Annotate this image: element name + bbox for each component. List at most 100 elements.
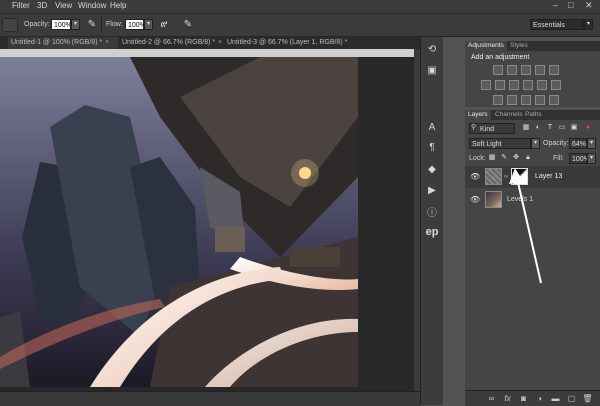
tab-styles[interactable]: Styles	[507, 41, 531, 51]
annotation-arrow	[509, 168, 542, 284]
character-icon[interactable]: A	[424, 121, 440, 135]
close-icon[interactable]: ×	[105, 39, 109, 46]
bw-icon[interactable]	[509, 80, 519, 90]
tab-adjustments[interactable]: Adjustments	[465, 41, 507, 51]
workspace-select[interactable]: Essentials	[530, 19, 584, 30]
color-lookup-icon[interactable]	[551, 80, 561, 90]
selective-color-icon[interactable]	[549, 95, 559, 105]
trash-icon[interactable]: 🗑︎	[582, 393, 593, 404]
menu-3d[interactable]: 3D	[37, 1, 47, 10]
fill-input[interactable]: 100%	[569, 153, 590, 164]
flow-input[interactable]: 100%	[125, 19, 146, 30]
menu-filter[interactable]: Filter	[12, 1, 30, 10]
adjustment-icon[interactable]: ◑	[534, 393, 545, 404]
play-icon[interactable]: ▶	[424, 184, 440, 198]
fx-icon[interactable]: fx	[502, 393, 513, 404]
menu-window[interactable]: Window	[78, 1, 106, 10]
lock-all-icon[interactable]: 🔒︎	[523, 153, 533, 163]
fill-label: Fill:	[553, 155, 564, 162]
lock-pixels-icon[interactable]: ✎	[499, 153, 509, 163]
tab-layers[interactable]: Layers	[465, 110, 491, 120]
layer-opacity-input[interactable]: 64%	[569, 138, 587, 149]
adjustments-heading: Add an adjustment	[471, 54, 530, 61]
minimize-icon[interactable]: –	[553, 0, 558, 10]
mask-icon[interactable]: ◙	[518, 393, 529, 404]
lock-position-icon[interactable]: ✥	[511, 153, 521, 163]
brush-preset-icon[interactable]	[2, 18, 18, 32]
tab-paths[interactable]: Paths	[522, 110, 545, 120]
horizontal-ruler	[0, 49, 420, 57]
tab-untitled-1[interactable]: Untitled-1 @ 100% (RGB/8) * ×	[8, 37, 118, 49]
levels-icon[interactable]	[507, 65, 517, 75]
menu-help[interactable]: Help	[110, 1, 126, 10]
close-window-icon[interactable]: ✕	[585, 0, 593, 11]
new-layer-icon[interactable]: ▢	[566, 393, 577, 404]
blend-mode-select[interactable]: Soft Light	[469, 138, 531, 149]
brightness-icon[interactable]	[493, 65, 503, 75]
canvas-image	[0, 57, 358, 387]
options-bar: Opacity: 100% ▾ ✎ Flow: 100% ▾ ๙ ✎ Essen…	[0, 14, 600, 37]
adjustments-panel: Adjustments Styles Add an adjustment	[465, 41, 600, 107]
3d-icon[interactable]: ◆	[424, 163, 440, 177]
layer-thumbnail	[485, 191, 502, 208]
link-layers-icon[interactable]: ∞	[486, 393, 497, 404]
folder-icon[interactable]: ▬	[550, 393, 561, 404]
filter-pixel-icon[interactable]: ▦	[521, 123, 531, 133]
gradient-map-icon[interactable]	[535, 95, 545, 105]
ep-icon[interactable]: ep	[424, 225, 440, 239]
info-icon[interactable]: ⓘ	[424, 207, 440, 221]
kind-filter-label: Kind	[480, 126, 495, 133]
filter-adjustment-icon[interactable]: ◐	[533, 123, 543, 133]
history-icon[interactable]: ⟲	[424, 43, 440, 57]
eye-icon[interactable]: 👁︎	[470, 195, 480, 204]
channel-mixer-icon[interactable]	[537, 80, 547, 90]
document-tabs: Untitled-1 @ 100% (RGB/8) * × Untitled-2 …	[0, 37, 420, 49]
tab-untitled-3[interactable]: Untitled-3 @ 66.7% (Layer 1, RGB/8) *×	[224, 37, 350, 49]
tab-label: Untitled-2 @ 66.7% (RGB/8) *	[122, 39, 216, 46]
tab-untitled-2[interactable]: Untitled-2 @ 66.7% (RGB/8) * ×	[119, 37, 223, 49]
status-bar	[0, 391, 420, 406]
filter-smart-object-icon[interactable]: ▣	[569, 123, 579, 133]
posterize-icon[interactable]	[507, 95, 517, 105]
layer-thumbnail	[485, 168, 502, 185]
maximize-icon[interactable]: □	[568, 0, 573, 10]
pressure-size-icon[interactable]: ✎	[180, 18, 196, 32]
actions-icon[interactable]: ▣	[424, 64, 440, 78]
filter-shape-icon[interactable]: ▭	[557, 123, 567, 133]
tab-channels[interactable]: Channels	[492, 110, 525, 120]
layer-opacity-label: Opacity:	[543, 140, 569, 147]
filter-type-icon[interactable]: T	[545, 123, 555, 133]
layers-tabs: Layers Channels Paths	[465, 110, 600, 120]
pressure-opacity-icon[interactable]: ✎	[84, 18, 100, 32]
tab-label: Untitled-1 @ 100% (RGB/8) *	[11, 39, 103, 46]
color-balance-icon[interactable]	[495, 80, 505, 90]
vibrance-icon[interactable]	[549, 65, 559, 75]
canvas-area[interactable]	[0, 57, 414, 391]
flow-label: Flow:	[106, 21, 123, 28]
opacity-input[interactable]: 100%	[51, 19, 72, 30]
invert-icon[interactable]	[493, 95, 503, 105]
eye-icon[interactable]: 👁︎	[470, 172, 480, 181]
panel-icon-column: ⟲ ▣ A ¶ ◆ ▶ ⓘ ep	[420, 37, 444, 405]
paragraph-icon[interactable]: ¶	[424, 141, 440, 155]
chevron-down-icon[interactable]: ▾	[531, 138, 540, 149]
chevron-down-icon[interactable]: ▾	[584, 19, 593, 30]
tab-label: Untitled-3 @ 66.7% (Layer 1, RGB/8) *	[227, 39, 348, 46]
threshold-icon[interactable]	[521, 95, 531, 105]
menu-bar: Filter 3D View Window Help – □ ✕	[0, 0, 600, 14]
airbrush-icon[interactable]: ๙	[156, 18, 172, 32]
opacity-label: Opacity:	[24, 21, 50, 28]
menu-view[interactable]: View	[55, 1, 72, 10]
photo-filter-icon[interactable]	[523, 80, 533, 90]
exposure-icon[interactable]	[535, 65, 545, 75]
close-icon[interactable]: ×	[218, 39, 222, 46]
curves-icon[interactable]	[521, 65, 531, 75]
hue-icon[interactable]	[481, 80, 491, 90]
chevron-down-icon[interactable]: ▾	[144, 19, 153, 30]
chevron-down-icon[interactable]: ▾	[71, 19, 80, 30]
lock-transparency-icon[interactable]: ▦	[487, 153, 497, 163]
search-icon: ⚲	[471, 124, 477, 131]
filter-toggle-icon[interactable]: ●	[583, 123, 593, 133]
chevron-down-icon[interactable]: ▾	[587, 138, 596, 149]
chevron-down-icon[interactable]: ▾	[587, 153, 596, 164]
